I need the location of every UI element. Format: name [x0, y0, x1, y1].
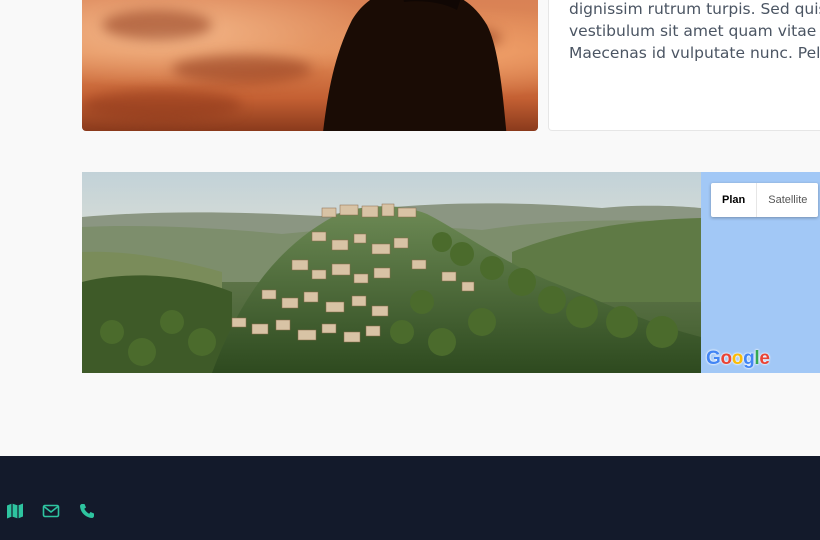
map-type-plan-button[interactable]: Plan — [711, 183, 756, 217]
logo-letter: G — [706, 348, 721, 369]
logo-letter: o — [731, 348, 744, 369]
hero-photo — [82, 0, 538, 131]
text-card-paragraph: dignissim rutrum turpis. Sed quis vestib… — [569, 0, 820, 64]
google-logo: Google — [706, 348, 770, 370]
logo-letter: e — [759, 348, 770, 369]
footer — [0, 456, 820, 540]
logo-letter: g — [743, 348, 755, 369]
text-line: vestibulum sit amet quam vitae tr — [569, 22, 820, 40]
text-line: Maecenas id vulputate nunc. Pelle — [569, 44, 820, 62]
map-type-satellite-button[interactable]: Satellite — [756, 183, 818, 217]
phone-icon[interactable] — [78, 502, 96, 520]
envelope-icon[interactable] — [42, 502, 60, 520]
person-silhouette — [323, 0, 507, 131]
map-photo — [82, 172, 701, 373]
map-type-control: Plan Satellite — [711, 183, 819, 217]
map-icon[interactable] — [6, 502, 24, 520]
text-line: dignissim rutrum turpis. Sed quis — [569, 0, 820, 18]
footer-contact-icons — [6, 502, 96, 520]
text-card: dignissim rutrum turpis. Sed quis vestib… — [548, 0, 820, 131]
map-section[interactable]: Plan Satellite Google — [82, 172, 820, 373]
logo-letter: o — [720, 348, 732, 369]
